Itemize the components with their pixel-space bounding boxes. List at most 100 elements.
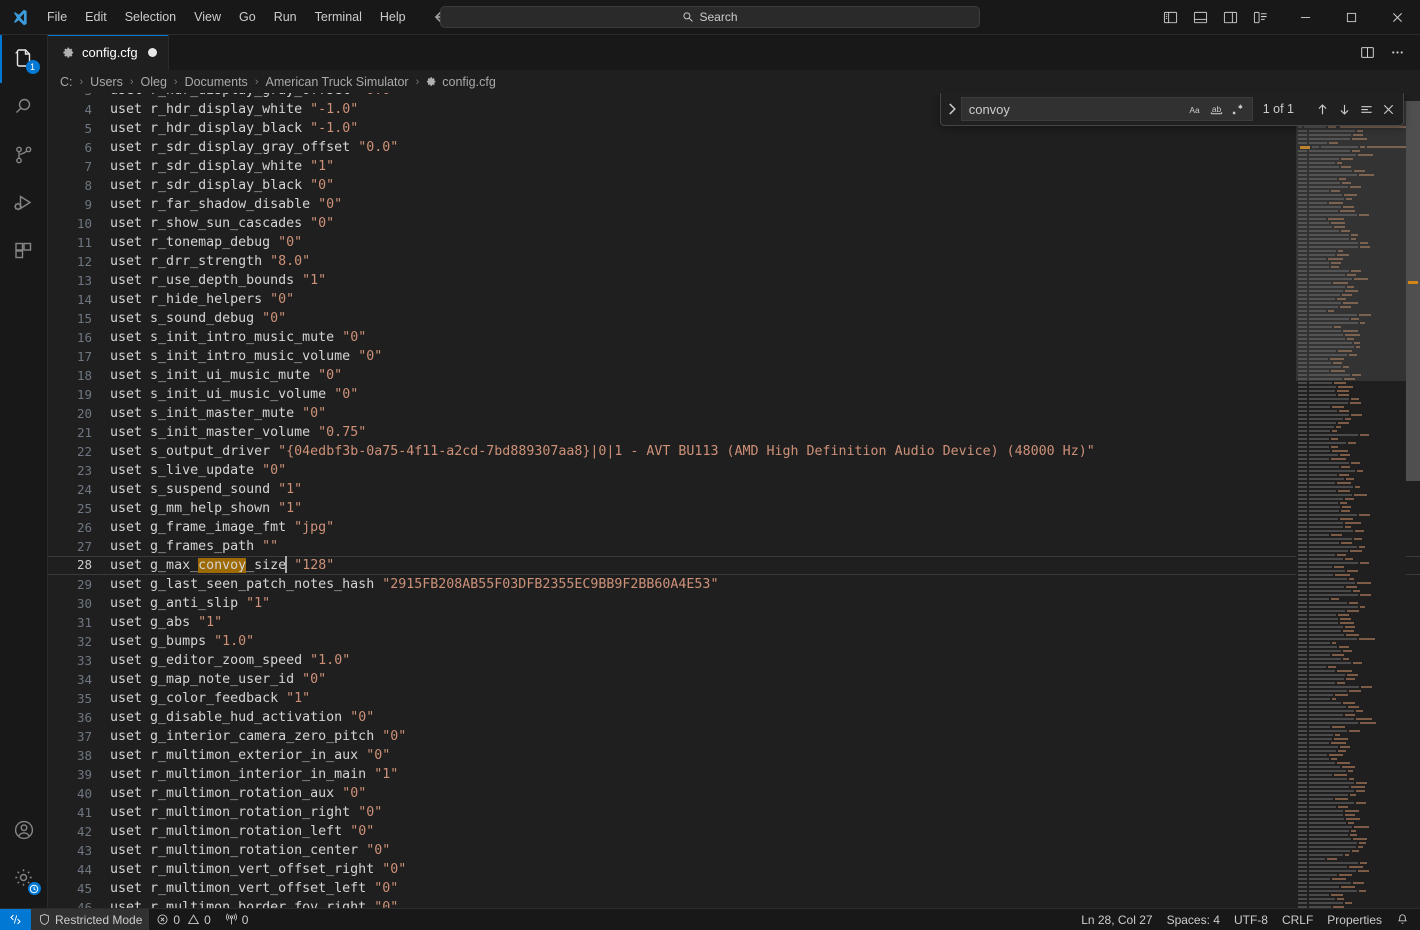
line-content[interactable]: uset g_anti_slip "1" [108,596,270,611]
sidebar-item-search[interactable] [0,83,48,131]
line-content[interactable]: uset g_disable_hud_activation "0" [108,710,374,725]
line-content[interactable]: uset r_multimon_vert_offset_left "0" [108,881,398,896]
status-editor-indentation[interactable]: Spaces: 4 [1160,909,1227,930]
match-whole-word-icon[interactable]: ab [1207,99,1227,119]
previous-match-icon[interactable] [1312,99,1333,120]
editor-line[interactable]: 23uset s_live_update "0" [48,461,1420,480]
editor-line[interactable]: 45uset r_multimon_vert_offset_left "0" [48,879,1420,898]
layout-sidebar-right-icon[interactable] [1216,4,1244,30]
line-content[interactable]: uset r_tonemap_debug "0" [108,235,302,250]
editor-line[interactable]: 27uset g_frames_path "" [48,537,1420,556]
match-case-icon[interactable]: Aa [1185,99,1205,119]
editor-line[interactable]: 34uset g_map_note_user_id "0" [48,670,1420,689]
editor-vertical-scrollbar[interactable] [1406,93,1420,908]
line-content[interactable]: uset g_frame_image_fmt "jpg" [108,520,334,535]
line-content[interactable]: uset r_multimon_rotation_right "0" [108,805,382,820]
status-remote-indicator[interactable] [0,909,31,930]
line-content[interactable]: uset g_mm_help_shown "1" [108,501,302,516]
editor-line[interactable]: 38uset r_multimon_exterior_in_aux "0" [48,746,1420,765]
editor-line[interactable]: 35uset g_color_feedback "1" [48,689,1420,708]
editor-line[interactable]: 33uset g_editor_zoom_speed "1.0" [48,651,1420,670]
line-content[interactable]: uset s_init_intro_music_mute "0" [108,330,366,345]
menu-go[interactable]: Go [230,5,265,29]
editor-line[interactable]: 26uset g_frame_image_fmt "jpg" [48,518,1420,537]
line-content[interactable]: uset s_init_ui_music_volume "0" [108,387,358,402]
menu-help[interactable]: Help [371,5,415,29]
editor-line[interactable]: 14uset r_hide_helpers "0" [48,290,1420,309]
menu-terminal[interactable]: Terminal [306,5,371,29]
status-ports[interactable]: 0 [218,909,256,930]
editor-line[interactable]: 41uset r_multimon_rotation_right "0" [48,803,1420,822]
line-content[interactable]: uset r_hide_helpers "0" [108,292,294,307]
find-input[interactable]: convoy Aa ab * [961,97,1253,121]
sidebar-item-accounts[interactable] [0,806,48,854]
tab-dirty-indicator[interactable] [148,48,157,57]
line-content[interactable]: uset r_multimon_rotation_left "0" [108,824,374,839]
status-editor-position[interactable]: Ln 28, Col 27 [1074,909,1159,930]
next-match-icon[interactable] [1334,99,1355,120]
line-content[interactable]: uset s_sound_debug "0" [108,311,286,326]
use-regex-icon[interactable]: * [1229,99,1249,119]
line-content[interactable]: uset r_show_sun_cascades "0" [108,216,334,231]
editor-line[interactable]: 18uset s_init_ui_music_mute "0" [48,366,1420,385]
line-content[interactable]: uset g_interior_camera_zero_pitch "0" [108,729,406,744]
find-in-selection-icon[interactable] [1356,99,1377,120]
editor-line[interactable]: 16uset s_init_intro_music_mute "0" [48,328,1420,347]
editor-line[interactable]: 39uset r_multimon_interior_in_main "1" [48,765,1420,784]
line-content[interactable]: uset s_suspend_sound "1" [108,482,302,497]
line-content[interactable]: uset g_abs "1" [108,615,222,630]
line-content[interactable]: uset g_last_seen_patch_notes_hash "2915F… [108,577,718,592]
line-content[interactable]: uset s_output_driver "{04edbf3b-0a75-4f1… [108,444,1095,459]
close-icon[interactable] [1374,0,1420,35]
minimize-icon[interactable] [1282,0,1328,35]
menu-edit[interactable]: Edit [76,5,116,29]
line-content[interactable]: uset r_hdr_display_white "-1.0" [108,102,358,117]
editor-line[interactable]: 43uset r_multimon_rotation_center "0" [48,841,1420,860]
maximize-icon[interactable] [1328,0,1374,35]
editor-line[interactable]: 25uset g_mm_help_shown "1" [48,499,1420,518]
line-content[interactable]: uset s_init_ui_music_mute "0" [108,368,342,383]
editor-line[interactable]: 6uset r_sdr_display_gray_offset "0.0" [48,138,1420,157]
editor-line[interactable]: 42uset r_multimon_rotation_left "0" [48,822,1420,841]
editor-line[interactable]: 36uset g_disable_hud_activation "0" [48,708,1420,727]
line-content[interactable]: uset g_editor_zoom_speed "1.0" [108,653,350,668]
status-editor-language[interactable]: Properties [1320,909,1389,930]
editor-line[interactable]: 40uset r_multimon_rotation_aux "0" [48,784,1420,803]
text-editor[interactable]: 3uset r_hdr_display_gray_offset "0.0"4us… [48,93,1420,908]
editor-line[interactable]: 46uset r_multimon_border_fov_right "0" [48,898,1420,908]
line-content[interactable]: uset g_max_convoy_size "128" [108,556,334,573]
sidebar-item-extensions[interactable] [0,227,48,275]
editor-line[interactable]: 8uset r_sdr_display_black "0" [48,176,1420,195]
line-content[interactable]: uset g_map_note_user_id "0" [108,672,326,687]
sidebar-item-source-control[interactable] [0,131,48,179]
line-content[interactable]: uset g_frames_path "" [108,539,278,554]
line-content[interactable]: uset r_multimon_exterior_in_aux "0" [108,748,390,763]
menu-view[interactable]: View [185,5,230,29]
layout-panel-icon[interactable] [1186,4,1214,30]
line-content[interactable]: uset s_init_master_mute "0" [108,406,326,421]
scrollbar-thumb[interactable] [1406,101,1420,481]
tab-config-cfg[interactable]: config.cfg [48,35,169,70]
line-content[interactable]: uset r_hdr_display_gray_offset "0.0" [108,93,398,98]
menu-run[interactable]: Run [265,5,306,29]
editor-code-area[interactable]: 3uset r_hdr_display_gray_offset "0.0"4us… [48,93,1420,908]
line-content[interactable]: uset r_sdr_display_gray_offset "0.0" [108,140,398,155]
chevron-right-icon[interactable] [943,95,961,123]
menu-file[interactable]: File [38,5,76,29]
line-content[interactable]: uset g_bumps "1.0" [108,634,254,649]
editor-line[interactable]: 28uset g_max_convoy_size "128" [48,556,1420,575]
line-content[interactable]: uset s_init_intro_music_volume "0" [108,349,382,364]
sidebar-item-manage[interactable] [0,854,48,902]
breadcrumb-segment-american-truck-simulator[interactable]: American Truck Simulator [263,75,410,89]
sidebar-item-explorer[interactable]: 1 [0,35,48,83]
editor-line[interactable]: 44uset r_multimon_vert_offset_right "0" [48,860,1420,879]
status-notifications[interactable] [1389,909,1420,930]
minimap-slider[interactable] [1296,101,1406,381]
minimap[interactable] [1296,93,1406,908]
sidebar-item-run-and-debug[interactable] [0,179,48,227]
breadcrumb-segment-users[interactable]: Users [88,75,125,89]
line-content[interactable]: uset r_hdr_display_black "-1.0" [108,121,358,136]
editor-line[interactable]: 12uset r_drr_strength "8.0" [48,252,1420,271]
line-content[interactable]: uset r_multimon_border_fov_right "0" [108,900,398,908]
editor-line[interactable]: 21uset s_init_master_volume "0.75" [48,423,1420,442]
